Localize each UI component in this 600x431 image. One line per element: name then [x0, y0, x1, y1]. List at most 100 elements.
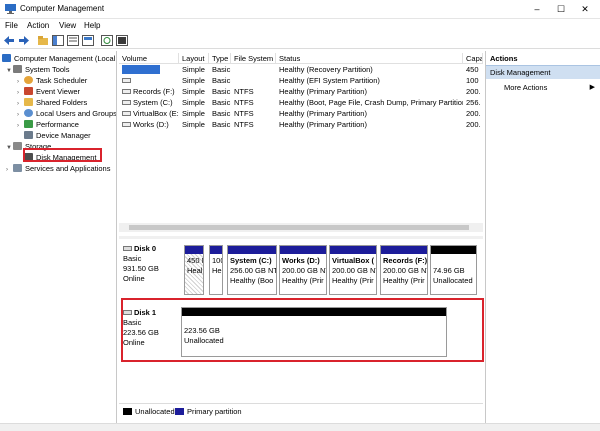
tree-item-task-scheduler[interactable]: › Task Scheduler	[17, 75, 87, 86]
column-type[interactable]: Type	[209, 53, 231, 64]
volume-capacity: 200.	[466, 87, 481, 96]
disk-0-name: Disk 0	[134, 244, 157, 253]
clock-icon	[24, 76, 33, 84]
volume-status: Healthy (EFI System Partition)	[279, 76, 380, 85]
partition-status: Healthy (Boo	[230, 276, 274, 285]
tree-item-root[interactable]: Computer Management (Local	[2, 53, 115, 64]
volume-layout: Simple	[182, 98, 205, 107]
export-list-icon[interactable]	[116, 35, 128, 46]
partition-name: System (C:)	[230, 256, 272, 265]
volume-type: Basic	[212, 87, 231, 96]
tree-item-device-manager[interactable]: Device Manager	[24, 130, 91, 141]
partition-system-c[interactable]: System (C:) 256.00 GB NT Healthy (Boo	[227, 245, 277, 295]
expand-arrow-icon[interactable]: ›	[6, 165, 13, 176]
disk-1-highlight	[121, 298, 484, 362]
up-folder-icon[interactable]	[37, 35, 49, 46]
show-hide-tree-icon[interactable]	[52, 35, 64, 46]
close-button[interactable]: ✕	[573, 0, 597, 19]
maximize-button[interactable]: ☐	[549, 0, 573, 19]
pane-splitter[interactable]	[119, 236, 483, 239]
partition-virtualbox-e[interactable]: VirtualBox (200.00 GB NT Healthy (Prir	[329, 245, 377, 295]
help-icon[interactable]	[82, 35, 94, 46]
forward-arrow-icon[interactable]	[18, 35, 30, 46]
collapse-arrow-icon[interactable]: ▼	[6, 66, 13, 77]
partition-recovery[interactable]: 450 MHeal	[184, 245, 204, 295]
partition-status: He	[212, 266, 222, 275]
partition-bar	[381, 246, 427, 254]
volume-capacity: 450	[466, 65, 479, 74]
volume-row[interactable]: VirtualBox (E:) Simple Basic NTFS Health…	[119, 108, 483, 119]
horizontal-scrollbar[interactable]	[119, 223, 483, 232]
volume-name: Records (F:)	[119, 86, 179, 97]
volume-layout: Simple	[182, 87, 205, 96]
tools-icon	[13, 65, 22, 73]
more-actions-item[interactable]: More Actions ▶	[504, 82, 600, 94]
volume-type: Basic	[212, 98, 231, 107]
column-layout[interactable]: Layout	[179, 53, 209, 64]
actions-header: Actions	[490, 54, 518, 63]
legend-primary: Primary partition	[175, 407, 242, 417]
disk-management-highlight	[23, 148, 102, 162]
partition-size: 74.96 GB	[433, 266, 465, 275]
partition-bar	[431, 246, 476, 254]
volume-type: Basic	[212, 120, 231, 129]
volume-layout: Simple	[182, 120, 205, 129]
partition-size: 256.00 GB NT	[230, 266, 276, 275]
tree-item-system-tools[interactable]: ▼ System Tools	[6, 64, 69, 75]
tree-item-event-viewer[interactable]: › Event Viewer	[17, 86, 80, 97]
volume-row[interactable]: Records (F:) Simple Basic NTFS Healthy (…	[119, 86, 483, 97]
volume-row[interactable]: Simple Basic Healthy (Recovery Partition…	[119, 64, 483, 75]
partition-records-f[interactable]: Records (F:) 200.00 GB NT Healthy (Prir	[380, 245, 428, 295]
legend-swatch	[175, 408, 184, 415]
volume-row[interactable]: System (C:) Simple Basic NTFS Healthy (B…	[119, 97, 483, 108]
tree-item-services[interactable]: › Services and Applications	[6, 163, 110, 174]
column-file-system[interactable]: File System	[231, 53, 276, 64]
menu-view[interactable]: View	[59, 21, 76, 30]
minimize-button[interactable]: –	[525, 0, 549, 19]
volume-row[interactable]: Works (D:) Simple Basic NTFS Healthy (Pr…	[119, 119, 483, 130]
volume-capacity: 200.	[466, 120, 481, 129]
partition-status: Healthy (Prir	[282, 276, 324, 285]
column-status[interactable]: Status	[276, 53, 463, 64]
volume-name	[119, 64, 179, 75]
partition-name: Works (D:)	[282, 256, 320, 265]
volume-name: Works (D:)	[119, 119, 179, 130]
disk-management-pane: Volume Layout Type File System Status Ca…	[119, 51, 483, 423]
expand-arrow-icon[interactable]: ›	[17, 121, 24, 132]
volume-status: Healthy (Primary Partition)	[279, 109, 367, 118]
refresh-icon[interactable]	[101, 35, 113, 46]
volume-capacity: 256.	[466, 98, 481, 107]
volume-name: VirtualBox (E:)	[119, 108, 179, 119]
partition-works-d[interactable]: Works (D:) 200.00 GB NT Healthy (Prir	[279, 245, 327, 295]
volume-status: Healthy (Primary Partition)	[279, 120, 367, 129]
volume-layout: Simple	[182, 76, 205, 85]
tree-item-local-users[interactable]: › Local Users and Groups	[17, 108, 116, 119]
disk-0-kind: Basic	[123, 254, 142, 263]
back-arrow-icon[interactable]	[3, 35, 15, 46]
menu-file[interactable]: File	[5, 21, 18, 30]
computer-management-icon	[5, 4, 16, 14]
performance-icon	[24, 120, 33, 128]
menu-help[interactable]: Help	[84, 21, 100, 30]
collapse-arrow-icon[interactable]: ▼	[6, 143, 13, 154]
volume-row[interactable]: Simple Basic Healthy (EFI System Partiti…	[119, 75, 483, 86]
disk-0-info: Disk 0 Basic 931.50 GB Online	[123, 244, 179, 284]
partition-efi[interactable]: 100He	[209, 245, 223, 295]
toolbar	[0, 33, 600, 49]
drive-icon	[122, 78, 131, 83]
storage-icon	[13, 142, 22, 150]
partition-disk0-unallocated[interactable]: 74.96 GB Unallocated	[430, 245, 477, 295]
scrollbar-thumb[interactable]	[129, 225, 469, 230]
disk-0-row[interactable]: Disk 0 Basic 931.50 GB Online 450 MHeal …	[119, 241, 483, 301]
properties-icon[interactable]	[67, 35, 79, 46]
menu-action[interactable]: Action	[27, 21, 49, 30]
folder-icon	[24, 98, 33, 106]
column-capacity[interactable]: Capa	[463, 53, 483, 64]
actions-section-disk-management[interactable]: Disk Management	[486, 65, 600, 79]
tree-item-performance[interactable]: › Performance	[17, 119, 79, 130]
menu-bar: File Action View Help	[0, 19, 600, 33]
tree-item-shared-folders[interactable]: › Shared Folders	[17, 97, 87, 108]
volume-type: Basic	[212, 109, 231, 118]
column-volume[interactable]: Volume	[119, 53, 179, 64]
partition-name: VirtualBox (	[332, 256, 374, 265]
